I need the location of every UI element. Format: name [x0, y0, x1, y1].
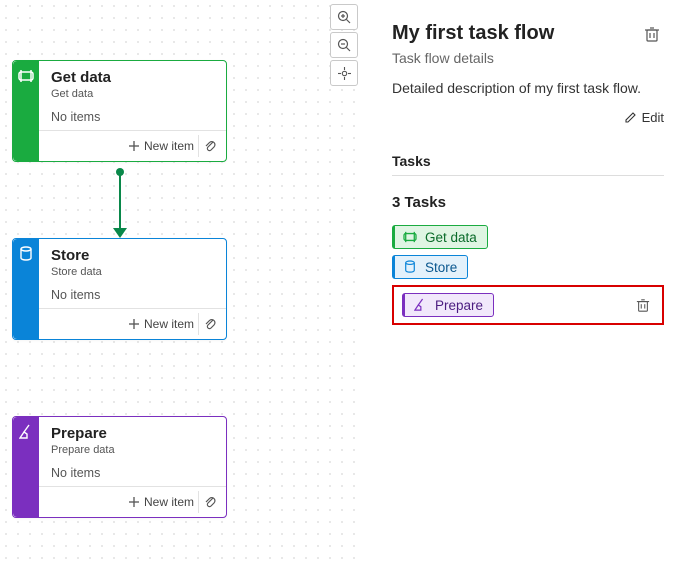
- task-label: Store: [425, 260, 457, 275]
- scroll-icon: [17, 67, 35, 85]
- new-item-button[interactable]: New item: [128, 495, 194, 509]
- node-title: Store: [51, 247, 214, 264]
- broom-icon: [17, 423, 35, 441]
- connector-arrowhead: [113, 228, 127, 238]
- fit-view-icon: [337, 66, 352, 81]
- attachment-button[interactable]: [198, 135, 220, 157]
- task-label: Get data: [425, 230, 477, 245]
- plus-icon: [128, 140, 140, 152]
- task-item-prepare[interactable]: Prepare: [402, 293, 494, 317]
- panel-title: My first task flow: [392, 22, 554, 45]
- edit-button[interactable]: Edit: [624, 110, 664, 125]
- node-subtitle: Prepare data: [51, 444, 214, 456]
- new-item-label: New item: [144, 495, 194, 509]
- trash-icon: [644, 26, 660, 43]
- node-title: Get data: [51, 69, 214, 86]
- node-subtitle: Get data: [51, 88, 214, 100]
- trash-icon: [636, 298, 650, 313]
- zoom-out-icon: [337, 38, 352, 53]
- panel-subtitle: Task flow details: [392, 50, 664, 66]
- node-subtitle: Store data: [51, 266, 214, 278]
- node-empty-text: No items: [51, 110, 214, 124]
- flow-canvas[interactable]: Get data Get data No items New item Stor…: [0, 0, 360, 566]
- paperclip-icon: [204, 317, 216, 331]
- new-item-label: New item: [144, 317, 194, 331]
- node-empty-text: No items: [51, 288, 214, 302]
- delete-task-button[interactable]: [632, 294, 654, 316]
- details-panel: My first task flow Task flow details Det…: [378, 0, 678, 566]
- task-item-store[interactable]: Store: [392, 255, 468, 279]
- pencil-icon: [624, 111, 637, 124]
- plus-icon: [128, 318, 140, 330]
- broom-icon: [411, 296, 429, 314]
- scroll-icon: [401, 228, 419, 246]
- task-item-get-data[interactable]: Get data: [392, 225, 488, 249]
- node-title: Prepare: [51, 425, 214, 442]
- node-store[interactable]: Store Store data No items New item: [12, 238, 227, 340]
- paperclip-icon: [204, 495, 216, 509]
- task-label: Prepare: [435, 298, 483, 313]
- node-get-data[interactable]: Get data Get data No items New item: [12, 60, 227, 162]
- database-icon: [17, 245, 35, 263]
- new-item-label: New item: [144, 139, 194, 153]
- node-prepare[interactable]: Prepare Prepare data No items New item: [12, 416, 227, 518]
- database-icon: [401, 258, 419, 276]
- attachment-button[interactable]: [198, 313, 220, 335]
- node-empty-text: No items: [51, 466, 214, 480]
- new-item-button[interactable]: New item: [128, 139, 194, 153]
- plus-icon: [128, 496, 140, 508]
- canvas-toolbar: [330, 4, 358, 86]
- connector-line: [119, 170, 121, 232]
- paperclip-icon: [204, 139, 216, 153]
- zoom-in-icon: [337, 10, 352, 25]
- zoom-in-button[interactable]: [330, 4, 358, 30]
- task-item-selected-row: Prepare: [392, 285, 664, 325]
- attachment-button[interactable]: [198, 491, 220, 513]
- zoom-out-button[interactable]: [330, 32, 358, 58]
- fit-view-button[interactable]: [330, 60, 358, 86]
- task-list: Get data Store Prepare: [392, 219, 664, 325]
- tasks-section-label: Tasks: [392, 153, 664, 176]
- tasks-count: 3 Tasks: [392, 194, 664, 211]
- delete-flow-button[interactable]: [640, 22, 664, 46]
- panel-description: Detailed description of my first task fl…: [392, 80, 664, 96]
- edit-label: Edit: [642, 110, 664, 125]
- new-item-button[interactable]: New item: [128, 317, 194, 331]
